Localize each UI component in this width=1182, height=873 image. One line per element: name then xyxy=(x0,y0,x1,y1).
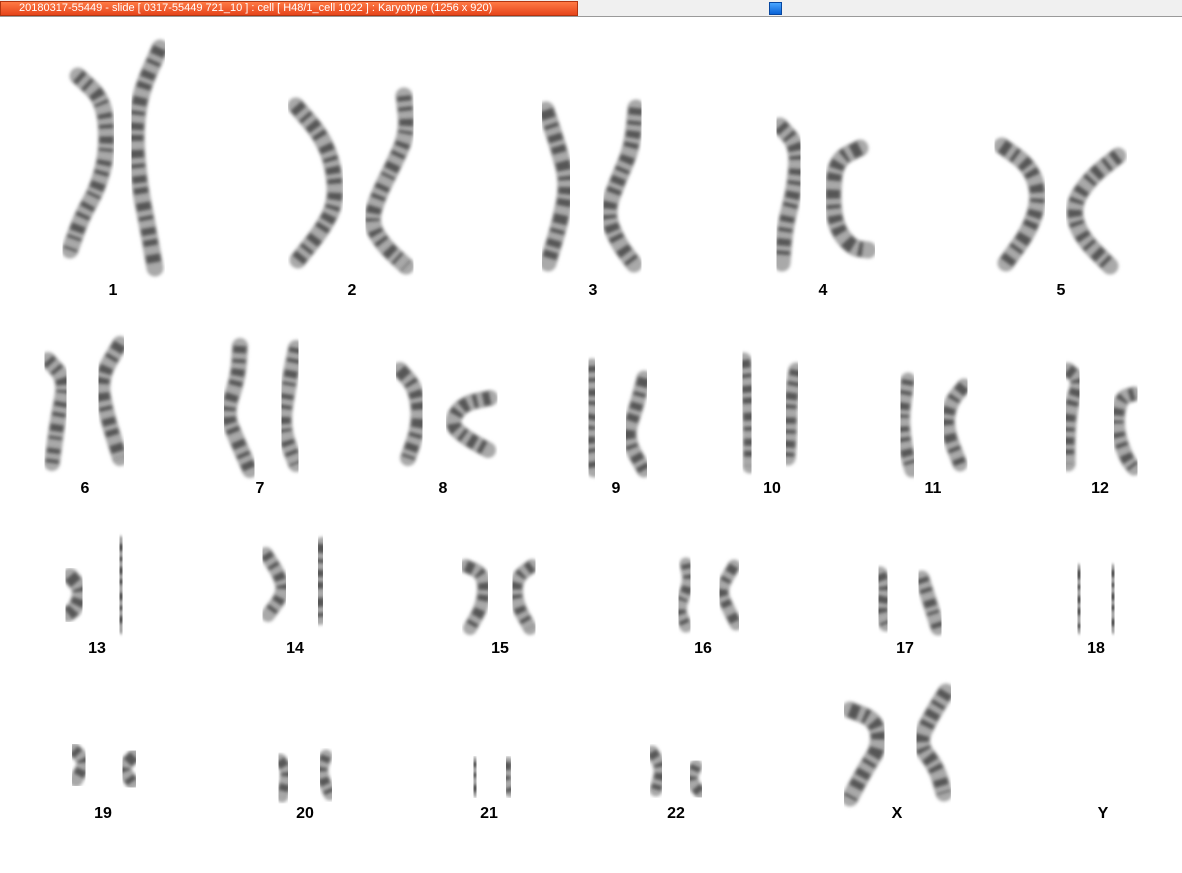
chromosome-pair-15[interactable] xyxy=(459,559,539,635)
chromosome-pair-8[interactable] xyxy=(392,362,498,466)
chromosome-14-b[interactable] xyxy=(311,537,329,625)
chromosome-label-x: X xyxy=(891,805,903,822)
chromosome-label-18: 18 xyxy=(1087,640,1105,657)
karyogram xyxy=(40,39,1142,807)
chromosome-label-3: 3 xyxy=(588,282,598,299)
chromosome-label-1: 1 xyxy=(108,282,118,299)
chromosome-pair-14[interactable] xyxy=(259,537,329,625)
chromosome-4-a-bands xyxy=(774,121,804,264)
chromosome-pair-7[interactable] xyxy=(220,338,304,478)
chromosome-label-21: 21 xyxy=(480,805,498,822)
chromosome-label-16: 16 xyxy=(694,640,712,657)
chromosome-pair-16[interactable] xyxy=(673,557,743,633)
chromosome-pair-13[interactable] xyxy=(60,536,130,634)
chromosome-5-a[interactable] xyxy=(993,137,1046,272)
chromosome-label-12: 12 xyxy=(1091,480,1109,497)
chromosome-pair-4[interactable] xyxy=(771,117,877,272)
chromosome-label-2: 2 xyxy=(347,282,357,299)
chromosome-pair-21[interactable] xyxy=(468,756,516,798)
chromosome-pair-10[interactable] xyxy=(736,352,804,474)
chromosome-label-13: 13 xyxy=(88,640,106,657)
chromosome-pair-9[interactable] xyxy=(582,358,652,478)
chromosome-label-9: 9 xyxy=(611,480,621,497)
chromosome-label-8: 8 xyxy=(438,480,448,497)
chromosome-label-19: 19 xyxy=(94,805,112,822)
chromosome-pair-17[interactable] xyxy=(872,566,946,636)
chromosome-label-20: 20 xyxy=(296,805,314,822)
chromosome-pair-22[interactable] xyxy=(645,745,707,799)
chromosome-pair-6[interactable] xyxy=(40,336,128,471)
chromosome-label-15: 15 xyxy=(491,640,509,657)
chromosome-21-a-bands xyxy=(470,762,480,793)
chromosome-6-a[interactable] xyxy=(40,352,72,471)
chromosome-pair-x[interactable] xyxy=(841,683,955,807)
chromosome-label-4: 4 xyxy=(818,282,828,299)
chromosome-1-b[interactable] xyxy=(127,39,169,277)
chromosome-label-6: 6 xyxy=(80,480,90,497)
karyotype-canvas: 1 2 3 4 5 6 7 8 9 10 11 12 13 14 15 16 1… xyxy=(0,18,1182,873)
chromosome-pair-18[interactable] xyxy=(1072,564,1120,634)
splitter-handle[interactable] xyxy=(769,2,782,15)
chromosome-label-y: Y xyxy=(1097,805,1109,822)
chromosome-label-11: 11 xyxy=(924,480,942,497)
chromosome-pair-11[interactable] xyxy=(895,372,972,478)
chromosome-pair-12[interactable] xyxy=(1060,362,1142,476)
chromosome-label-14: 14 xyxy=(286,640,304,657)
chromosome-pair-1[interactable] xyxy=(61,39,169,277)
chromosome-pair-5[interactable] xyxy=(993,137,1127,275)
window-title: 20180317-55449 - slide [ 0317-55449 721_… xyxy=(0,1,578,16)
chromosome-pair-3[interactable] xyxy=(537,99,645,273)
chromosome-pair-2[interactable] xyxy=(287,87,415,275)
chromosome-pair-19[interactable] xyxy=(67,743,141,789)
chromosome-label-17: 17 xyxy=(896,640,914,657)
chromosome-label-5: 5 xyxy=(1056,282,1066,299)
chromosome-16-a[interactable] xyxy=(673,557,695,633)
chromosome-pair-20[interactable] xyxy=(273,749,337,803)
chromosome-label-7: 7 xyxy=(255,480,265,497)
chromosome-13-b[interactable] xyxy=(112,536,130,634)
window-title-bar: 20180317-55449 - slide [ 0317-55449 721_… xyxy=(0,0,1182,17)
chromosome-label-10: 10 xyxy=(763,480,781,497)
chromosome-label-22: 22 xyxy=(667,805,685,822)
